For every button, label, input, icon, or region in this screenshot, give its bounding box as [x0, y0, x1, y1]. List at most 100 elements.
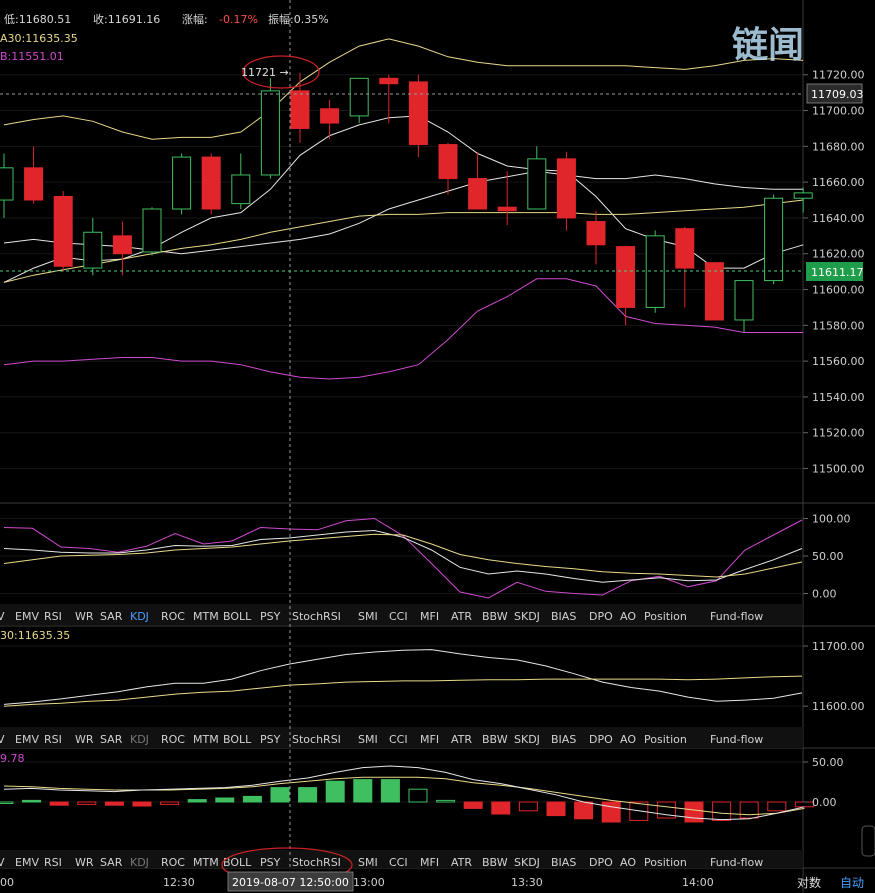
indicator-tab-emv[interactable]: EMV	[15, 610, 39, 623]
indicator-tab-atr[interactable]: ATR	[451, 856, 472, 869]
low-label: 低:11680.51	[4, 13, 71, 26]
macd-bar	[739, 801, 759, 819]
macd-bar	[187, 799, 207, 803]
candle-body	[645, 235, 665, 308]
log-scale-button[interactable]: 对数	[797, 875, 821, 890]
indicator-tab-v[interactable]: V	[0, 733, 5, 746]
indicator-tab-sar[interactable]: SAR	[100, 856, 123, 869]
indicator-tab-bias[interactable]: BIAS	[551, 610, 576, 623]
y-tick-label: 50.00	[812, 756, 844, 769]
macd-panel-label: 9.78	[0, 752, 25, 765]
indicator-tab-psy[interactable]: PSY	[260, 856, 281, 869]
overlay-line	[3, 278, 804, 380]
indicator-tab-wr[interactable]: WR	[75, 733, 94, 746]
indicator-tab-wr[interactable]: WR	[75, 610, 94, 623]
y-tick-label: 11620.00	[812, 248, 865, 261]
indicator-tab-boll[interactable]: BOLL	[223, 610, 252, 623]
indicator-tab-position[interactable]: Position	[644, 856, 687, 869]
indicator-tab-bbw[interactable]: BBW	[482, 856, 508, 869]
indicator-tab-skdj[interactable]: SKDJ	[514, 610, 540, 623]
indicator-tab-rsi[interactable]: RSI	[44, 733, 62, 746]
change-value: -0.17%	[219, 13, 258, 26]
macd-bar	[436, 799, 456, 803]
indicator-tab-dpo[interactable]: DPO	[589, 733, 613, 746]
candle-body	[616, 246, 636, 308]
candle-body	[468, 178, 488, 210]
indicator-tab-cci[interactable]: CCI	[389, 610, 408, 623]
indicator-tab-fund-flow[interactable]: Fund-flow	[710, 856, 763, 869]
indicator-tab-rsi[interactable]: RSI	[44, 856, 62, 869]
indicator-tab-dpo[interactable]: DPO	[589, 610, 613, 623]
macd-bar	[298, 787, 318, 803]
indicator-tab-smi[interactable]: SMI	[358, 733, 378, 746]
candle-body	[556, 158, 576, 219]
indicator-tab-emv[interactable]: EMV	[15, 856, 39, 869]
macd-bar	[518, 801, 538, 812]
indicator-tab-cci[interactable]: CCI	[389, 733, 408, 746]
indicator-tab-skdj[interactable]: SKDJ	[514, 856, 540, 869]
y-tick-label: 11700.00	[812, 105, 865, 118]
indicator-tab-wr[interactable]: WR	[75, 856, 94, 869]
x-tick-label: 14:00	[682, 876, 714, 889]
chart-canvas[interactable]: 11720.00 11700.00 11680.00 11660.00 11640.00…	[0, 0, 875, 893]
candle-body	[408, 81, 428, 146]
indicator-tab-mfi[interactable]: MFI	[420, 856, 439, 869]
indicator-tab-boll[interactable]: BOLL	[223, 733, 252, 746]
indicator-tab-psy[interactable]: PSY	[260, 733, 281, 746]
indicator-tab-ao[interactable]: AO	[620, 856, 636, 869]
macd-bar	[77, 801, 97, 805]
indicator-tab-roc[interactable]: ROC	[161, 610, 185, 623]
indicator-tab-stochrsi[interactable]: StochRSI	[292, 856, 341, 869]
y-tick-label: 11520.00	[812, 427, 865, 440]
indicator-tab-v[interactable]: V	[0, 856, 5, 869]
indicator-tab-sar[interactable]: SAR	[100, 610, 123, 623]
indicator-tab-bbw[interactable]: BBW	[482, 610, 508, 623]
indicator-tab-position[interactable]: Position	[644, 733, 687, 746]
indicator-tab-dpo[interactable]: DPO	[589, 856, 613, 869]
x-tick-label: 00	[0, 876, 14, 889]
indicator-tab-fund-flow[interactable]: Fund-flow	[710, 733, 763, 746]
indicator-tab-roc[interactable]: ROC	[161, 733, 185, 746]
indicator-tab-ao[interactable]: AO	[620, 733, 636, 746]
indicator-tab-rsi[interactable]: RSI	[44, 610, 62, 623]
indicator-tab-ao[interactable]: AO	[620, 610, 636, 623]
indicator-tab-roc[interactable]: ROC	[161, 856, 185, 869]
indicator-tab-emv[interactable]: EMV	[15, 733, 39, 746]
indicator-tab-skdj[interactable]: SKDJ	[514, 733, 540, 746]
indicator-tab-cci[interactable]: CCI	[389, 856, 408, 869]
indicator-tab-stochrsi[interactable]: StochRSI	[292, 610, 341, 623]
indicator-tab-smi[interactable]: SMI	[358, 610, 378, 623]
macd-bar	[22, 799, 42, 803]
indicator-tab-smi[interactable]: SMI	[358, 856, 378, 869]
panel-scroll-handle[interactable]	[861, 825, 875, 857]
candle-body	[793, 192, 813, 199]
indicator-tab-kdj[interactable]: KDJ	[130, 610, 149, 623]
indicator-tab-mtm[interactable]: MTM	[193, 856, 219, 869]
indicator-tab-kdj[interactable]: KDJ	[130, 856, 149, 869]
auto-scale-button[interactable]: 自动	[840, 876, 864, 890]
indicator-tab-mfi[interactable]: MFI	[420, 610, 439, 623]
indicator-tab-bias[interactable]: BIAS	[551, 856, 576, 869]
indicator-tab-bias[interactable]: BIAS	[551, 733, 576, 746]
indicator-tab-atr[interactable]: ATR	[451, 733, 472, 746]
indicator-tab-mtm[interactable]: MTM	[193, 733, 219, 746]
indicator-tab-bbw[interactable]: BBW	[482, 733, 508, 746]
indicator-tab-kdj[interactable]: KDJ	[130, 733, 149, 746]
candle-body	[201, 156, 221, 210]
indicator-tab-sar[interactable]: SAR	[100, 733, 123, 746]
indicator-tab-atr[interactable]: ATR	[451, 610, 472, 623]
overlay-line	[3, 38, 804, 140]
indicator-tab-mfi[interactable]: MFI	[420, 733, 439, 746]
y-tick-label: 11700.00	[812, 640, 865, 653]
candle-body	[734, 280, 754, 321]
indicator-tab-stochrsi[interactable]: StochRSI	[292, 733, 341, 746]
indicator-tab-v[interactable]: V	[0, 610, 5, 623]
indicator-tab-mtm[interactable]: MTM	[193, 610, 219, 623]
candle-body	[320, 108, 340, 124]
indicator-tab-fund-flow[interactable]: Fund-flow	[710, 610, 763, 623]
candle-body	[231, 174, 251, 205]
macd-bar	[574, 801, 594, 820]
indicator-tab-psy[interactable]: PSY	[260, 610, 281, 623]
indicator-tab-position[interactable]: Position	[644, 610, 687, 623]
macd-bar	[408, 788, 428, 803]
